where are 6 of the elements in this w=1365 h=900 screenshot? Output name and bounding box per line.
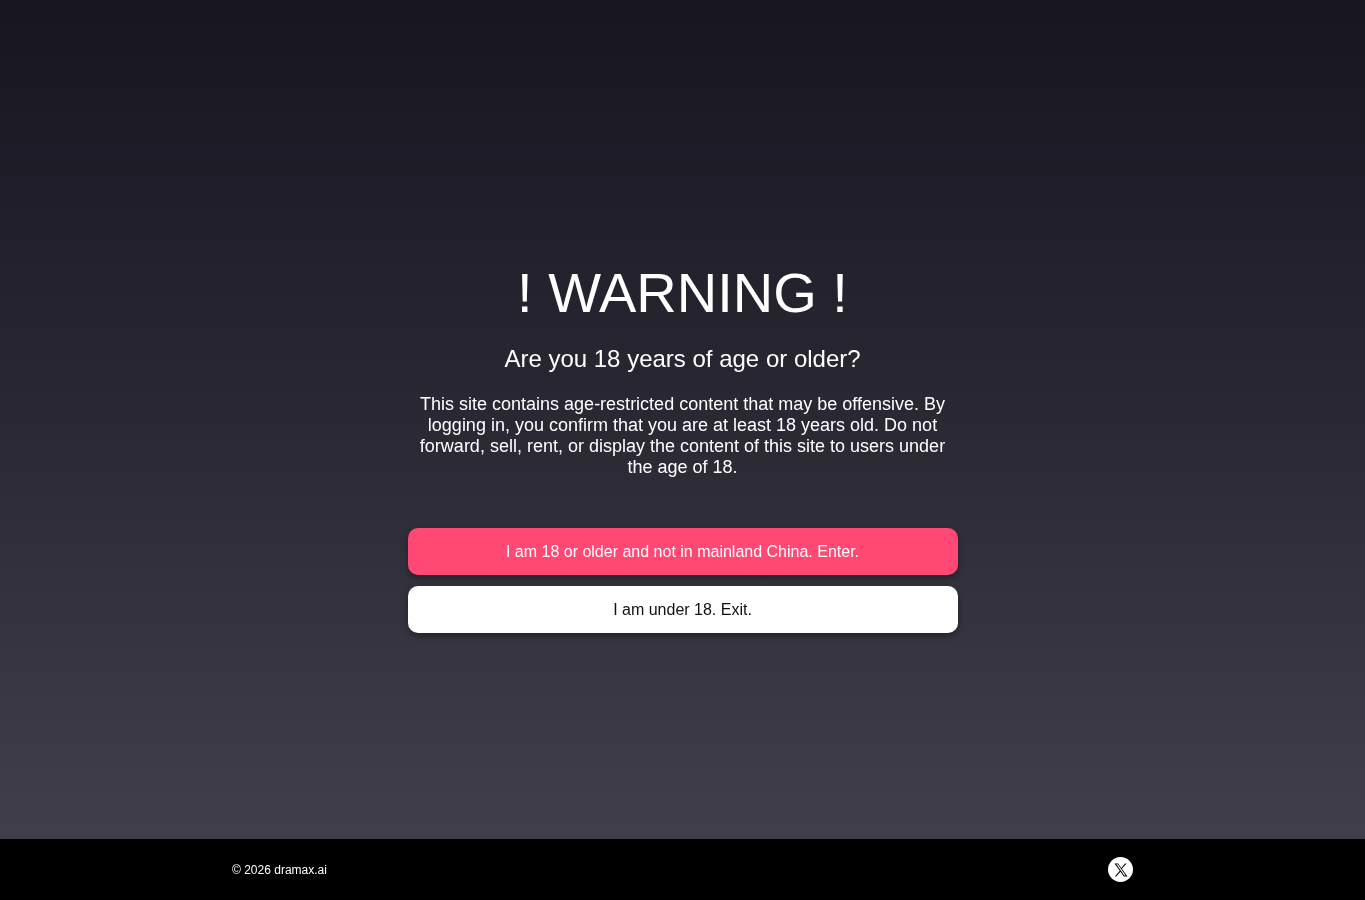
social-x-icon[interactable]	[1108, 857, 1133, 882]
exit-button[interactable]: I am under 18. Exit.	[407, 586, 958, 633]
age-question: Are you 18 years of age or older?	[503, 345, 862, 373]
warning-title: ! WARNING !	[516, 261, 849, 325]
warning-message: This site contains age-restricted content that may be offensive. By logging in, you confirm that you are at least 18 years old. Do not forward, sell, rent, or display the content of this site to users under the age of 18.	[418, 394, 947, 478]
copyright-text: © 2026 dramax.ai	[232, 862, 327, 877]
